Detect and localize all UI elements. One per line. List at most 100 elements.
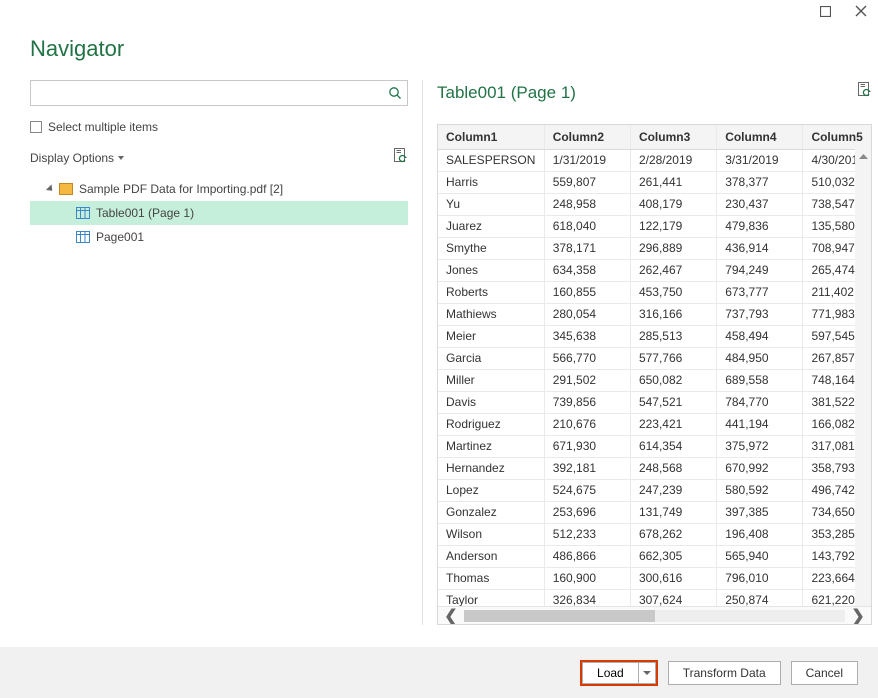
table-row[interactable]: Juarez618,040122,179479,836135,580 xyxy=(438,215,871,237)
column-header[interactable]: Column4 xyxy=(717,125,803,150)
table-cell: 2/28/2019 xyxy=(630,149,716,171)
tree-item[interactable]: Table001 (Page 1) xyxy=(30,201,408,225)
table-cell: Thomas xyxy=(438,567,544,589)
tree-item-label: Table001 (Page 1) xyxy=(96,206,194,220)
table-row[interactable]: Davis739,856547,521784,770381,522 xyxy=(438,391,871,413)
display-options-dropdown[interactable]: Display Options xyxy=(30,151,124,165)
table-cell: Meier xyxy=(438,325,544,347)
search-input[interactable] xyxy=(31,81,383,105)
table-cell: 512,233 xyxy=(544,523,630,545)
column-header[interactable]: Column2 xyxy=(544,125,630,150)
table-row[interactable]: Miller291,502650,082689,558748,164 xyxy=(438,369,871,391)
table-row[interactable]: Hernandez392,181248,568670,992358,793 xyxy=(438,457,871,479)
table-cell: Juarez xyxy=(438,215,544,237)
table-cell: Wilson xyxy=(438,523,544,545)
maximize-icon[interactable] xyxy=(818,4,832,18)
table-cell: 392,181 xyxy=(544,457,630,479)
load-button[interactable]: Load xyxy=(582,662,638,684)
table-row[interactable]: Harris559,807261,441378,377510,032 xyxy=(438,171,871,193)
table-cell: 326,834 xyxy=(544,589,630,606)
table-row[interactable]: Yu248,958408,179230,437738,547 xyxy=(438,193,871,215)
table-cell: Anderson xyxy=(438,545,544,567)
table-row[interactable]: Garcia566,770577,766484,950267,857 xyxy=(438,347,871,369)
table-row[interactable]: Lopez524,675247,239580,592496,742 xyxy=(438,479,871,501)
search-input-wrapper[interactable] xyxy=(30,80,408,106)
close-icon[interactable] xyxy=(854,4,868,18)
search-icon[interactable] xyxy=(383,86,407,100)
table-row[interactable]: Taylor326,834307,624250,874621,220 xyxy=(438,589,871,606)
table-cell: 230,437 xyxy=(717,193,803,215)
table-cell: 1/31/2019 xyxy=(544,149,630,171)
table-cell: 248,568 xyxy=(630,457,716,479)
table-cell: Miller xyxy=(438,369,544,391)
table-cell: Gonzalez xyxy=(438,501,544,523)
table-cell: 296,889 xyxy=(630,237,716,259)
tree-root-label: Sample PDF Data for Importing.pdf [2] xyxy=(79,182,283,196)
table-row[interactable]: Wilson512,233678,262196,408353,285 xyxy=(438,523,871,545)
table-cell: Smythe xyxy=(438,237,544,259)
tree-root-node[interactable]: Sample PDF Data for Importing.pdf [2] xyxy=(30,177,408,201)
scroll-right-icon[interactable]: ❯ xyxy=(845,607,871,625)
tree-item-label: Page001 xyxy=(96,230,144,244)
column-header[interactable]: Column3 xyxy=(630,125,716,150)
table-cell: 547,521 xyxy=(630,391,716,413)
dialog-title: Navigator xyxy=(0,22,878,80)
table-cell: 739,856 xyxy=(544,391,630,413)
table-cell: 408,179 xyxy=(630,193,716,215)
navigator-left-pane: Select multiple items Display Options Sa… xyxy=(30,80,408,625)
table-cell: 307,624 xyxy=(630,589,716,606)
horizontal-scroll-thumb[interactable] xyxy=(464,610,655,622)
checkbox-icon[interactable] xyxy=(30,121,42,133)
table-cell: 436,914 xyxy=(717,237,803,259)
table-cell: 796,010 xyxy=(717,567,803,589)
table-cell: 794,249 xyxy=(717,259,803,281)
table-cell: 559,807 xyxy=(544,171,630,193)
table-cell: 280,054 xyxy=(544,303,630,325)
table-row[interactable]: Smythe378,171296,889436,914708,947 xyxy=(438,237,871,259)
cancel-button[interactable]: Cancel xyxy=(791,661,858,685)
scroll-left-icon[interactable]: ❮ xyxy=(438,607,464,625)
table-row[interactable]: Mathiews280,054316,166737,793771,983 xyxy=(438,303,871,325)
scroll-up-icon[interactable] xyxy=(855,149,871,165)
pane-divider xyxy=(422,80,423,625)
load-dropdown-button[interactable] xyxy=(638,662,656,684)
refresh-icon[interactable] xyxy=(393,148,408,167)
table-cell: 345,638 xyxy=(544,325,630,347)
table-cell: 484,950 xyxy=(717,347,803,369)
table-row[interactable]: Gonzalez253,696131,749397,385734,650 xyxy=(438,501,871,523)
vertical-scrollbar[interactable] xyxy=(855,149,871,606)
table-cell: 565,940 xyxy=(717,545,803,567)
table-row[interactable]: Martinez671,930614,354375,972317,081 xyxy=(438,435,871,457)
table-row[interactable]: SALESPERSON1/31/20192/28/20193/31/20194/… xyxy=(438,149,871,171)
table-cell: 285,513 xyxy=(630,325,716,347)
table-row[interactable]: Thomas160,900300,616796,010223,664 xyxy=(438,567,871,589)
table-cell: 300,616 xyxy=(630,567,716,589)
table-icon xyxy=(76,207,90,219)
table-row[interactable]: Meier345,638285,513458,494597,545 xyxy=(438,325,871,347)
navigator-tree: Sample PDF Data for Importing.pdf [2] Ta… xyxy=(30,177,408,249)
expand-collapse-icon[interactable] xyxy=(46,184,55,193)
display-options-label: Display Options xyxy=(30,151,114,165)
column-header[interactable]: Column1 xyxy=(438,125,544,150)
table-row[interactable]: Jones634,358262,467794,249265,474 xyxy=(438,259,871,281)
table-cell: 486,866 xyxy=(544,545,630,567)
table-cell: 678,262 xyxy=(630,523,716,545)
table-cell: 223,421 xyxy=(630,413,716,435)
table-cell: 673,777 xyxy=(717,281,803,303)
table-cell: 316,166 xyxy=(630,303,716,325)
table-cell: Roberts xyxy=(438,281,544,303)
table-cell: 479,836 xyxy=(717,215,803,237)
transform-data-button[interactable]: Transform Data xyxy=(668,661,781,685)
table-row[interactable]: Anderson486,866662,305565,940143,792 xyxy=(438,545,871,567)
horizontal-scrollbar[interactable]: ❮ ❯ xyxy=(438,606,871,624)
preview-refresh-icon[interactable] xyxy=(857,82,872,103)
table-cell: 291,502 xyxy=(544,369,630,391)
column-header[interactable]: Column5 xyxy=(803,125,871,150)
table-cell: 248,958 xyxy=(544,193,630,215)
table-row[interactable]: Roberts160,855453,750673,777211,402 xyxy=(438,281,871,303)
tree-item[interactable]: Page001 xyxy=(30,225,408,249)
table-cell: 378,171 xyxy=(544,237,630,259)
table-cell: Garcia xyxy=(438,347,544,369)
select-multiple-checkbox[interactable]: Select multiple items xyxy=(30,120,408,134)
table-row[interactable]: Rodriguez210,676223,421441,194166,082 xyxy=(438,413,871,435)
